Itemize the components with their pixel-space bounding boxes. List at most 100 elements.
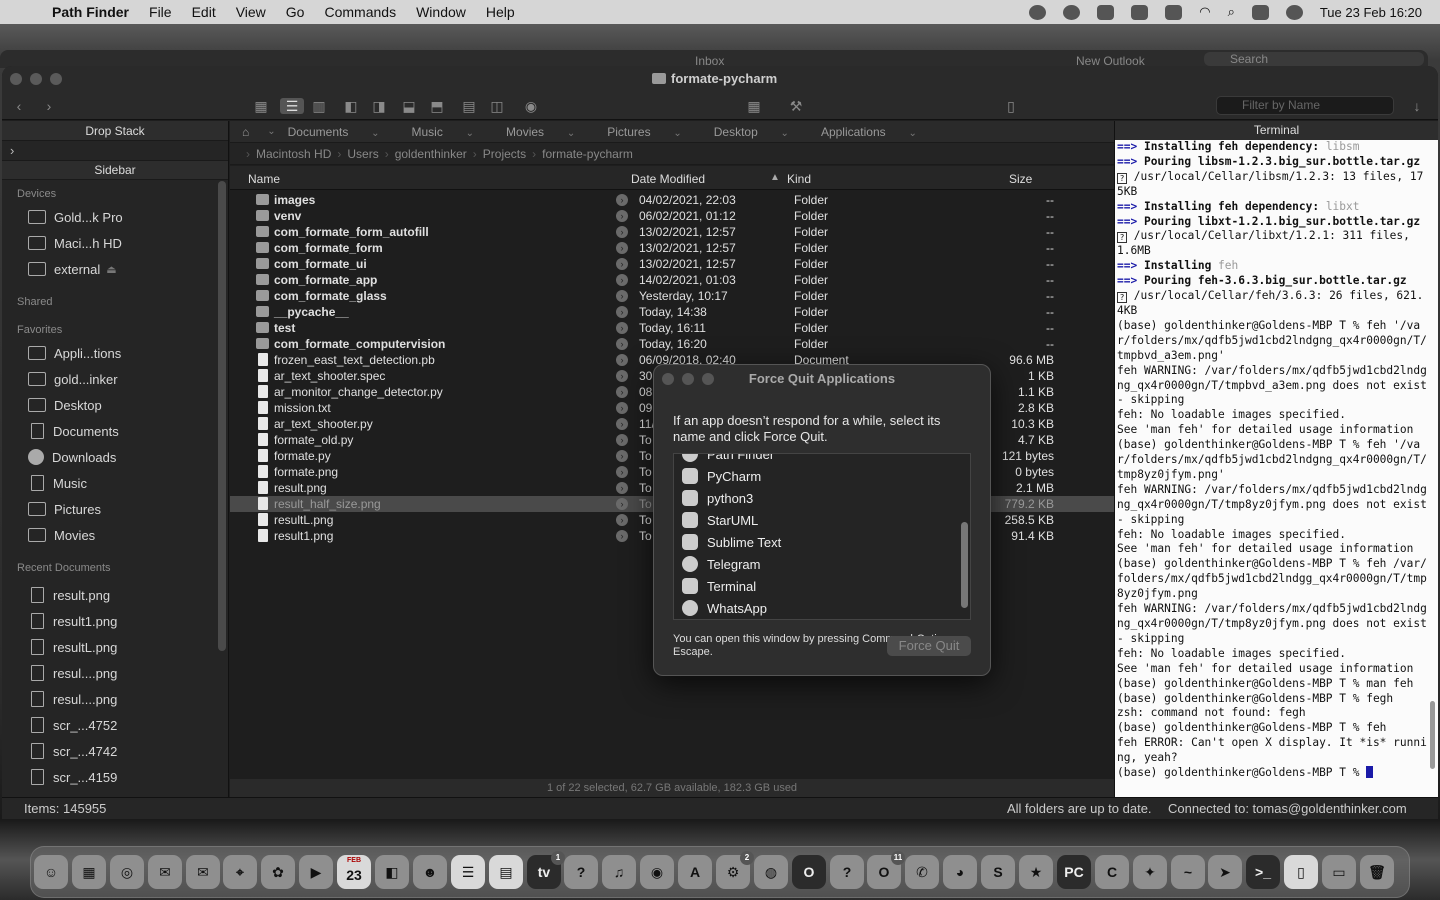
spotlight-search-icon[interactable]: ⌕ xyxy=(1228,4,1235,20)
go-arrow-icon[interactable]: › xyxy=(616,434,628,446)
recent-item[interactable]: scr_...4159 xyxy=(2,764,228,790)
filter-by-name-field[interactable]: Filter by Name xyxy=(1216,96,1394,115)
table-row[interactable]: com_formate_app › 14/02/2021, 01:03 Folder -… xyxy=(230,272,1114,288)
arrange-menu-button[interactable]: ▦ xyxy=(742,98,766,114)
sidebar-item-downloads[interactable]: Downloads xyxy=(2,444,228,470)
forward-arrow-icon[interactable]: › xyxy=(40,98,58,114)
go-arrow-icon[interactable]: › xyxy=(616,274,628,286)
sidebar-item-movies[interactable]: Movies xyxy=(2,522,228,548)
close-window-button[interactable] xyxy=(10,73,22,85)
go-arrow-icon[interactable]: › xyxy=(616,450,628,462)
battery-icon[interactable] xyxy=(1165,4,1183,20)
app-list-item[interactable]: Telegram xyxy=(674,553,954,575)
go-arrow-icon[interactable]: › xyxy=(616,514,628,526)
home-chevron-icon[interactable]: ⌄ xyxy=(267,126,275,137)
preview-icon[interactable]: ◧ xyxy=(375,855,409,889)
dual-browser-button[interactable]: ▤ xyxy=(460,98,478,114)
bottom-pane-toggle-button[interactable]: ⬓ xyxy=(400,98,418,114)
status-evernote-icon[interactable] xyxy=(1097,4,1115,20)
siri-icon[interactable] xyxy=(1285,4,1303,20)
favbar-applications[interactable]: Applications xyxy=(821,125,917,139)
app-list-item[interactable]: python3 xyxy=(674,487,954,509)
document-icon[interactable]: ▯ xyxy=(1284,855,1318,889)
favbar-desktop[interactable]: Desktop xyxy=(714,125,789,139)
path-finder-icon[interactable]: ◕ xyxy=(943,855,977,889)
maps-icon[interactable]: ⌖ xyxy=(223,855,257,889)
menu-clock[interactable]: Tue 23 Feb 16:20 xyxy=(1320,5,1422,20)
window-titlebar[interactable]: formate-pycharm xyxy=(2,66,1438,92)
menu-app-name[interactable]: Path Finder xyxy=(42,4,139,20)
breadcrumb-item[interactable]: formate-pycharm xyxy=(542,147,633,161)
wifi-icon[interactable]: ◠ xyxy=(1199,4,1210,20)
podcasts-icon[interactable]: ◉ xyxy=(640,855,674,889)
table-row[interactable]: com_formate_computervision › Today, 16:20 F… xyxy=(230,336,1114,352)
menu-file[interactable]: File xyxy=(139,4,182,20)
go-arrow-icon[interactable]: › xyxy=(616,210,628,222)
notes-icon[interactable]: ▤ xyxy=(489,855,523,889)
go-arrow-icon[interactable]: › xyxy=(616,258,628,270)
app-list-item[interactable]: PyCharm xyxy=(674,465,954,487)
sidebar-item-home[interactable]: gold...inker xyxy=(2,366,228,392)
actions-menu-button[interactable]: ⚒ xyxy=(784,98,808,114)
terminal-icon[interactable]: >_ xyxy=(1246,855,1280,889)
sidebar-scrollbar[interactable] xyxy=(218,181,226,651)
menu-view[interactable]: View xyxy=(226,4,276,20)
go-arrow-icon[interactable]: › xyxy=(616,466,628,478)
safari-icon[interactable]: ◎ xyxy=(110,855,144,889)
split-view-button[interactable]: ◫ xyxy=(488,98,506,114)
menu-go[interactable]: Go xyxy=(276,4,315,20)
go-arrow-icon[interactable]: › xyxy=(616,530,628,542)
table-row[interactable]: venv › 06/02/2021, 01:12 Folder -- xyxy=(230,208,1114,224)
photos-icon[interactable]: ✿ xyxy=(261,855,295,889)
music-icon[interactable]: ♫ xyxy=(602,855,636,889)
breadcrumb-item[interactable]: Macintosh HD xyxy=(256,147,331,161)
trash-icon[interactable]: 🗑 xyxy=(1360,855,1394,889)
menu-help[interactable]: Help xyxy=(476,4,525,20)
expand-chevron-icon[interactable]: › xyxy=(10,143,14,158)
go-arrow-icon[interactable]: › xyxy=(616,226,628,238)
column-name[interactable]: Name xyxy=(248,172,280,186)
sidebar-item-applications[interactable]: Appli...tions xyxy=(2,340,228,366)
help2-icon[interactable]: ? xyxy=(830,855,864,889)
app-store-icon[interactable]: A xyxy=(678,855,712,889)
facetime-icon[interactable]: ▶ xyxy=(299,855,333,889)
help-icon[interactable]: ? xyxy=(564,855,598,889)
go-arrow-icon[interactable]: › xyxy=(616,290,628,302)
menu-edit[interactable]: Edit xyxy=(182,4,226,20)
drop-stack-header[interactable]: Drop Stack xyxy=(2,121,228,141)
recent-item[interactable]: result1.png xyxy=(2,608,228,634)
favbar-documents[interactable]: Documents xyxy=(288,125,380,139)
favbar-pictures[interactable]: Pictures xyxy=(607,125,682,139)
table-row[interactable]: __pycache__ › Today, 14:38 Folder -- xyxy=(230,304,1114,320)
home-icon[interactable]: ⌂ xyxy=(242,125,249,139)
sidebar-item-macintosh-hd[interactable]: Maci...h HD xyxy=(2,230,228,256)
instruments-icon[interactable]: ✦ xyxy=(1133,855,1167,889)
terminal-output[interactable]: ==> Installing feh dependency: libsm ==> … xyxy=(1117,140,1427,796)
downloads-stack-icon[interactable]: ▭ xyxy=(1322,855,1356,889)
app-list-item[interactable]: Terminal xyxy=(674,575,954,597)
sidebar-header[interactable]: Sidebar xyxy=(2,161,228,180)
go-arrow-icon[interactable]: › xyxy=(616,322,628,334)
recent-item[interactable]: resul....png xyxy=(2,660,228,686)
preview-eye-icon[interactable]: ◉ xyxy=(522,98,540,114)
go-arrow-icon[interactable]: › xyxy=(616,386,628,398)
sidebar-item-music[interactable]: Music xyxy=(2,470,228,496)
icon-view-button[interactable]: ▦ xyxy=(252,98,270,114)
go-arrow-icon[interactable]: › xyxy=(616,402,628,414)
minimize-window-button[interactable] xyxy=(30,73,42,85)
go-arrow-icon[interactable]: › xyxy=(616,418,628,430)
sidebar-item-desktop[interactable]: Desktop xyxy=(2,392,228,418)
go-arrow-icon[interactable]: › xyxy=(616,498,628,510)
telegram-icon[interactable]: ➤ xyxy=(1208,855,1242,889)
go-arrow-icon[interactable]: › xyxy=(616,242,628,254)
top-pane-toggle-button[interactable]: ⬒ xyxy=(428,98,446,114)
recent-item[interactable]: scr_...4742 xyxy=(2,738,228,764)
whatsapp-icon[interactable]: ✆ xyxy=(905,855,939,889)
table-row[interactable]: com_formate_glass › Yesterday, 10:17 Folder… xyxy=(230,288,1114,304)
status-a-icon[interactable] xyxy=(1063,4,1081,20)
eject-icon[interactable]: ⏏ xyxy=(106,263,116,276)
go-arrow-icon[interactable]: › xyxy=(616,338,628,350)
table-row[interactable]: images › 04/02/2021, 22:03 Folder -- xyxy=(230,192,1114,208)
recent-item[interactable]: resul....png xyxy=(2,686,228,712)
recent-item[interactable]: resultL.png xyxy=(2,634,228,660)
